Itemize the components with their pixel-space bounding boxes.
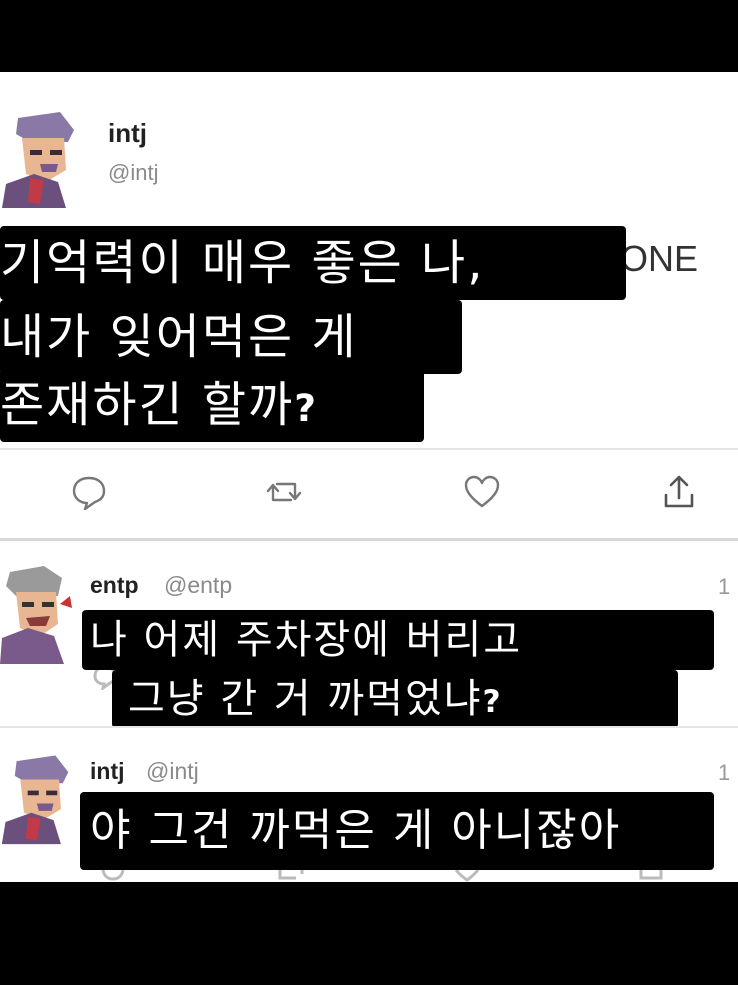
caption-text: 존재하긴 할까 bbox=[0, 377, 295, 433]
tweet-timestamp: 1 bbox=[718, 760, 731, 785]
tweet-thread: intj @intj ONE 기억력이 매우 좋은 나, 내가 잊어먹은 게 존… bbox=[0, 72, 738, 882]
entp-avatar-icon[interactable] bbox=[0, 564, 72, 664]
caption-text: 내가 잊어먹은 게 bbox=[0, 309, 358, 365]
share-icon[interactable] bbox=[638, 870, 664, 882]
caption-text: 야 그건 까먹은 게 아니잖아 bbox=[90, 805, 622, 856]
tweet-author-handle[interactable]: @intj bbox=[146, 758, 199, 785]
caption-line: 그냥 간 거 까먹었냐? bbox=[112, 670, 678, 728]
tweet-author-name[interactable]: intj bbox=[108, 118, 147, 149]
tweet-author-handle[interactable]: @intj bbox=[108, 160, 158, 186]
reply-icon[interactable] bbox=[69, 472, 109, 512]
retweet-icon[interactable] bbox=[264, 472, 304, 512]
tweet-author-name[interactable]: intj bbox=[90, 758, 125, 785]
reply-icon[interactable] bbox=[100, 870, 126, 882]
caption-line: 야 그건 까먹은 게 아니잖아 bbox=[80, 792, 714, 870]
caption-line: 존재하긴 할까? bbox=[0, 368, 424, 442]
retweet-icon[interactable] bbox=[276, 870, 306, 882]
caption-text: 그냥 간 거 까먹었냐 bbox=[128, 676, 483, 722]
tweet-timestamp: 1 bbox=[718, 574, 731, 599]
tweet-author-handle[interactable]: @entp bbox=[164, 572, 232, 599]
intj-avatar-icon[interactable] bbox=[0, 748, 72, 848]
tweet-divider bbox=[0, 538, 738, 541]
caption-line: 내가 잊어먹은 게 bbox=[0, 300, 462, 374]
share-icon[interactable] bbox=[659, 472, 699, 512]
caption-text: 나 어제 주차장에 버리고 bbox=[90, 617, 523, 663]
like-icon[interactable] bbox=[462, 472, 502, 512]
caption-line: 나 어제 주차장에 버리고 bbox=[82, 610, 714, 670]
question-mark: ? bbox=[482, 684, 503, 720]
tweet-divider bbox=[0, 726, 738, 728]
question-mark: ? bbox=[294, 386, 318, 430]
obscured-tweet-text: ONE bbox=[620, 238, 699, 279]
tweet-author-name[interactable]: entp bbox=[90, 572, 139, 599]
caption-text: 기억력이 매우 좋은 나, bbox=[0, 235, 485, 291]
like-icon[interactable] bbox=[454, 870, 480, 882]
caption-line: 기억력이 매우 좋은 나, bbox=[0, 226, 626, 300]
intj-avatar-icon[interactable] bbox=[0, 108, 78, 208]
action-bar-divider bbox=[0, 448, 738, 450]
